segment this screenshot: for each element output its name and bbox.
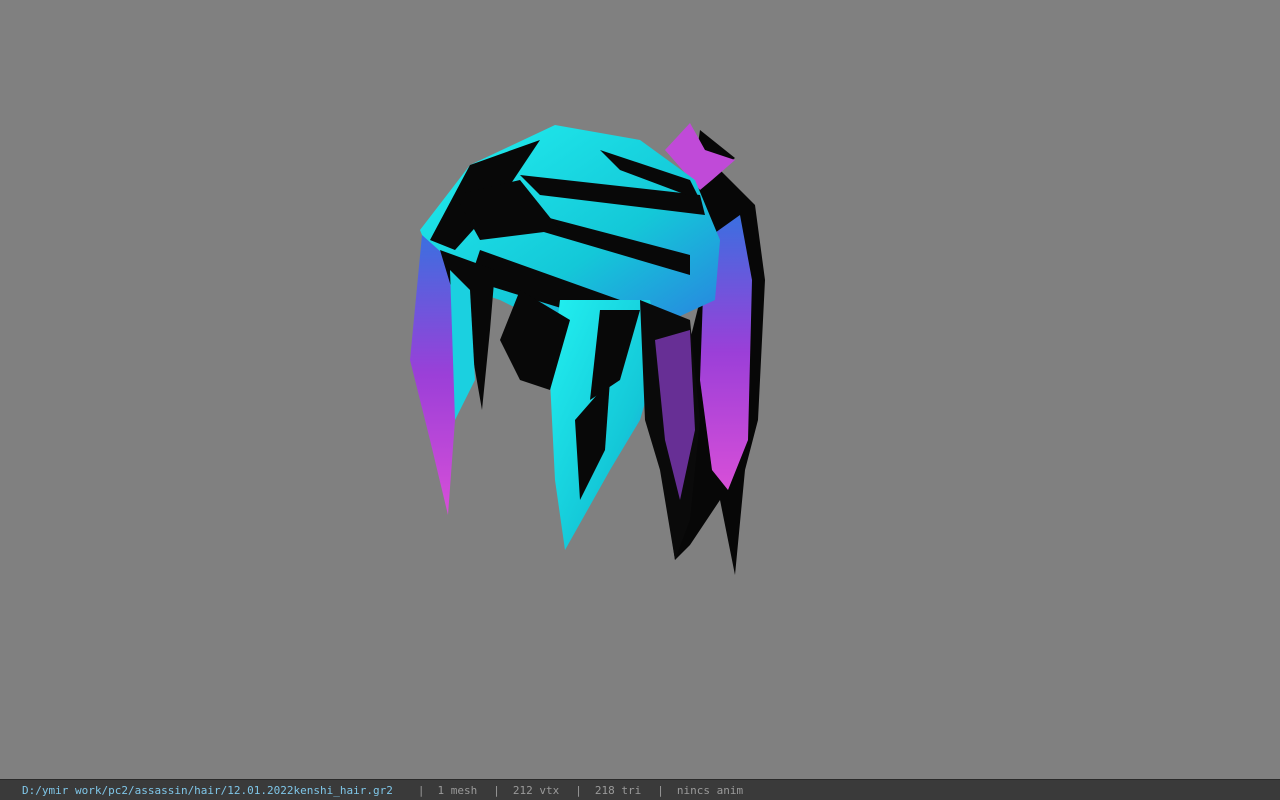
hair-model[interactable] — [0, 0, 1280, 779]
mesh-count-label: 1 mesh — [437, 783, 478, 797]
status-bar: D:/ymir work/pc2/assassin/hair/12.01.202… — [0, 779, 1280, 800]
status-separator: | — [417, 783, 425, 797]
file-path-label: D:/ymir work/pc2/assassin/hair/12.01.202… — [22, 783, 393, 797]
status-separator: | — [657, 783, 664, 797]
triangle-count-label: 218 tri — [594, 783, 642, 797]
status-separator: | — [493, 783, 500, 797]
3d-viewport[interactable] — [0, 0, 1280, 779]
animation-status-label: nincs anim — [676, 783, 744, 797]
status-separator: | — [575, 783, 582, 797]
vertex-count-label: 212 vtx — [512, 783, 560, 797]
